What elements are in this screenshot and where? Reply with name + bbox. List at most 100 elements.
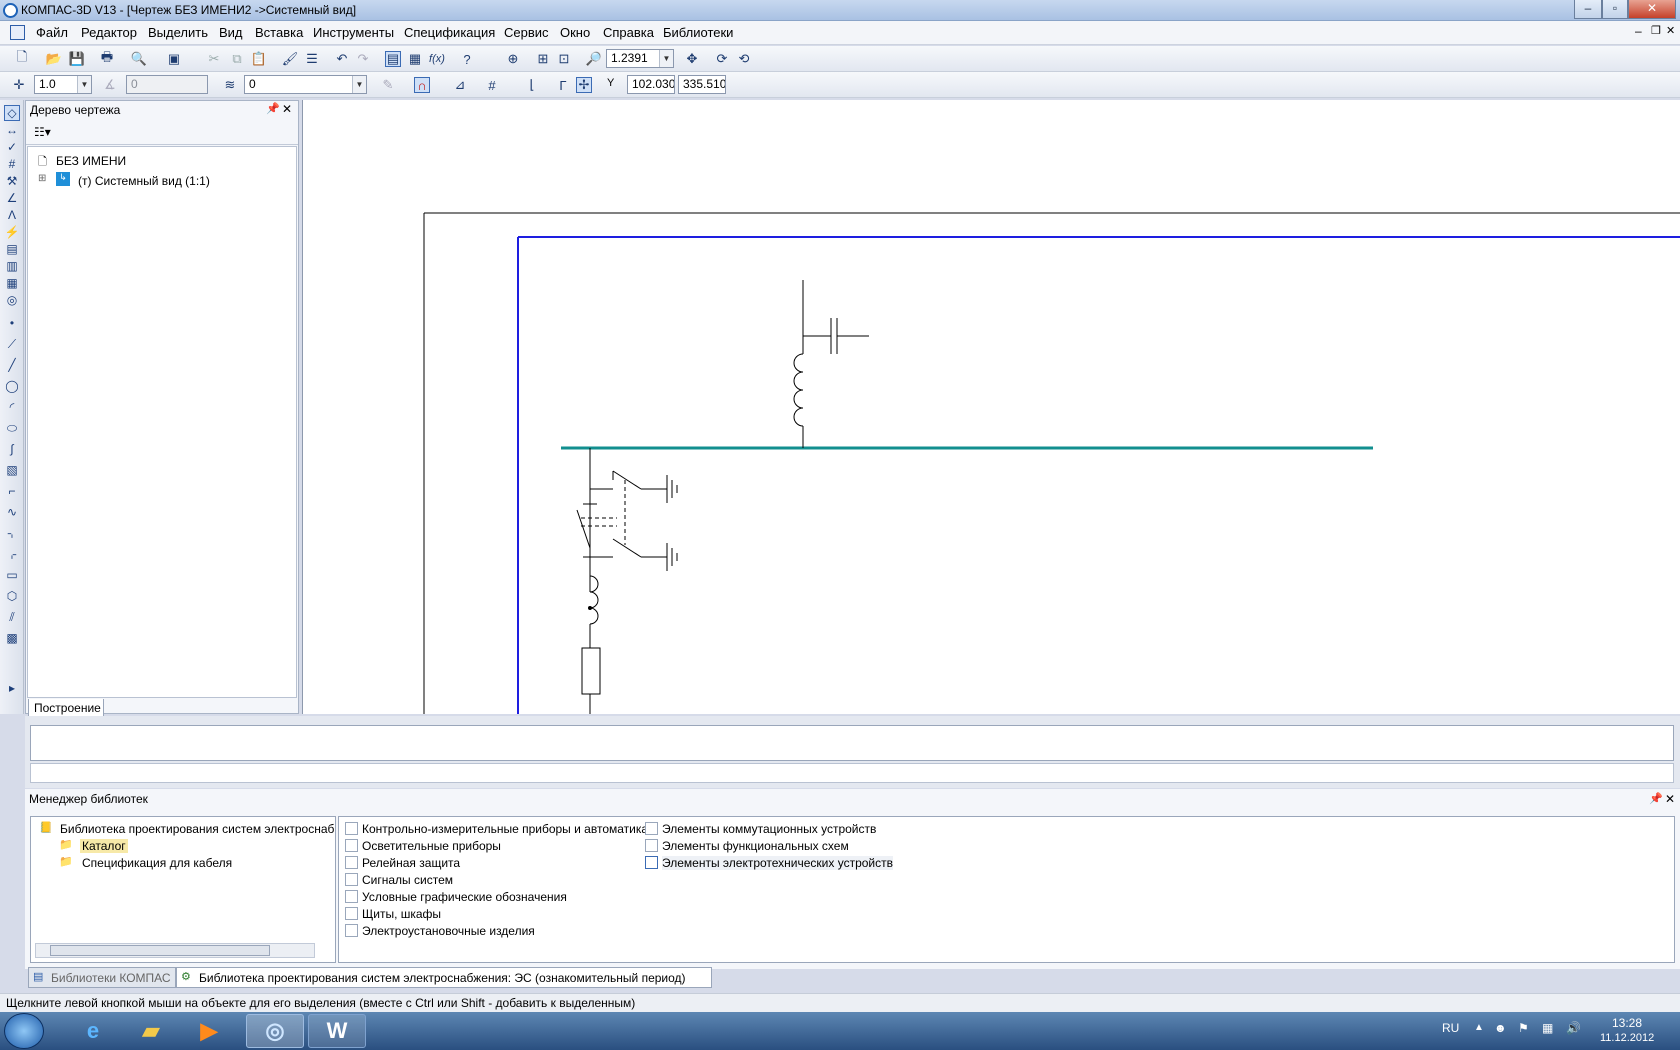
insert-icon[interactable]: ▦: [4, 275, 20, 291]
edit-icon[interactable]: #: [4, 156, 20, 172]
volume-icon[interactable]: 🔊: [1566, 1021, 1581, 1035]
tab-electrical-library[interactable]: Библиотека проектирования систем электро…: [176, 967, 712, 988]
library-manager-icon[interactable]: ▦: [407, 51, 423, 67]
panel-close-icon[interactable]: ✕: [282, 102, 292, 116]
start-button[interactable]: [4, 1013, 44, 1049]
undo-icon[interactable]: ↶: [334, 51, 350, 67]
properties-icon[interactable]: ☰: [304, 51, 320, 67]
tree-root[interactable]: БЕЗ ИМЕНИ: [56, 154, 126, 168]
cut-icon[interactable]: ✂: [206, 51, 222, 67]
orthogonal-icon[interactable]: ⌊: [524, 77, 540, 93]
bezier-icon[interactable]: ∿: [4, 504, 20, 520]
geometry-panel-icon[interactable]: ◇: [4, 105, 20, 121]
layer-field[interactable]: 0: [244, 75, 367, 94]
zoom-in-icon[interactable]: 🔎: [586, 51, 602, 67]
chamfer-icon[interactable]: ⌍: [4, 525, 20, 541]
scroll-thumb[interactable]: [50, 945, 270, 956]
lib-close-icon[interactable]: ✕: [1665, 792, 1675, 806]
round-icon[interactable]: Γ: [555, 77, 571, 93]
pin-icon[interactable]: 📌: [266, 102, 280, 115]
polygon-icon[interactable]: ⬡: [4, 588, 20, 604]
contour-icon[interactable]: ▩: [4, 630, 20, 646]
snap-magnet-icon[interactable]: ∩: [414, 77, 430, 93]
polyline-icon[interactable]: ⌐: [4, 483, 20, 499]
lib-pin-icon[interactable]: 📌: [1649, 792, 1663, 805]
step-dropdown-icon[interactable]: ▼: [77, 76, 91, 93]
format-brush-icon[interactable]: 🖌: [282, 51, 299, 67]
measure-icon[interactable]: ∠: [4, 190, 20, 206]
tree-toggle-icon[interactable]: ▤: [385, 51, 401, 67]
pan-icon[interactable]: ✥: [684, 51, 700, 67]
doc-minimize-icon[interactable]: –: [1635, 24, 1642, 38]
fragments-icon[interactable]: ◎: [4, 292, 20, 308]
menu-specification[interactable]: Спецификация: [404, 25, 495, 40]
drawing-canvas[interactable]: [302, 100, 1680, 714]
library-catalog[interactable]: Каталог: [80, 839, 128, 853]
zoom-fit-icon[interactable]: ⊡: [556, 51, 572, 67]
tree-view-mode-icon[interactable]: ☷▾: [34, 125, 51, 139]
paste-icon[interactable]: 📋: [251, 51, 267, 67]
menu-tools[interactable]: Инструменты: [313, 25, 394, 40]
hatch-icon[interactable]: ▧: [4, 462, 20, 478]
view-manager-icon[interactable]: ▣: [166, 51, 182, 67]
lib-item[interactable]: Осветительные приборы: [362, 839, 501, 853]
help-pointer-icon[interactable]: ?: [459, 51, 475, 67]
layers-icon[interactable]: ≋: [222, 77, 238, 93]
local-cs-icon[interactable]: ⊿: [452, 77, 468, 93]
tab-kompas-libraries[interactable]: Библиотеки КОМПАС: [28, 967, 176, 988]
doc-close-icon[interactable]: ✕: [1666, 24, 1675, 37]
lib-item[interactable]: Щиты, шкафы: [362, 907, 441, 921]
minimize-button[interactable]: –: [1574, 0, 1602, 19]
horizontal-scrollbar[interactable]: [35, 943, 315, 958]
language-indicator[interactable]: RU: [1442, 1021, 1459, 1035]
y-coordinate-field[interactable]: 335.510: [678, 75, 726, 94]
print-icon[interactable]: 🖶: [99, 49, 115, 67]
segment-icon[interactable]: ╱: [4, 357, 20, 373]
command-line[interactable]: [30, 763, 1674, 783]
lib-item[interactable]: Электроустановочные изделия: [362, 924, 535, 938]
file-explorer-icon[interactable]: ▰: [122, 1014, 180, 1048]
kompas-taskbar-icon[interactable]: ◎: [246, 1014, 304, 1048]
expand-icon[interactable]: ⊞: [38, 173, 46, 184]
menu-insert[interactable]: Вставка: [255, 25, 303, 40]
reports-icon[interactable]: ▥: [4, 258, 20, 274]
menu-help[interactable]: Справка: [603, 25, 654, 40]
spec-icon[interactable]: ▤: [4, 241, 20, 257]
rectangle-icon[interactable]: ▭: [4, 567, 20, 583]
library-cable-spec[interactable]: Спецификация для кабеля: [82, 856, 232, 870]
menu-editor[interactable]: Редактор: [81, 25, 137, 40]
associative-views-icon[interactable]: ⚡: [4, 224, 20, 240]
word-icon[interactable]: W: [308, 1014, 366, 1048]
lib-item[interactable]: Элементы коммутационных устройств: [662, 822, 876, 836]
menu-libraries[interactable]: Библиотеки: [663, 25, 733, 40]
clock-time[interactable]: 13:28: [1612, 1016, 1642, 1030]
menu-service[interactable]: Сервис: [504, 25, 549, 40]
lib-item[interactable]: Условные графические обозначения: [362, 890, 567, 904]
style-icon[interactable]: ✎: [380, 77, 396, 93]
tree-system-view[interactable]: (т) Системный вид (1:1): [78, 174, 210, 188]
print-preview-icon[interactable]: 🔍: [131, 51, 147, 67]
equidistant-icon[interactable]: ⫽: [4, 609, 20, 625]
zoom-all-icon[interactable]: ⊕: [505, 51, 521, 67]
lib-item[interactable]: Элементы функциональных схем: [662, 839, 849, 853]
new-document-icon[interactable]: 🗋: [14, 49, 30, 67]
redo-icon[interactable]: ↷: [355, 51, 371, 67]
cursor-coords-icon[interactable]: ✢: [576, 77, 592, 93]
copy-icon[interactable]: ⧉: [229, 51, 245, 67]
save-icon[interactable]: 💾: [69, 51, 85, 67]
internet-explorer-icon[interactable]: e: [64, 1014, 122, 1048]
x-coordinate-field[interactable]: 102.030: [627, 75, 675, 94]
tray-expand-icon[interactable]: ▲: [1474, 1022, 1484, 1033]
open-icon[interactable]: 📂: [46, 51, 62, 67]
clock-date[interactable]: 11.12.2012: [1600, 1032, 1654, 1044]
designations-icon[interactable]: ✓: [4, 139, 20, 155]
lib-item[interactable]: Контрольно-измерительные приборы и автом…: [362, 822, 648, 836]
menu-select[interactable]: Выделить: [148, 25, 208, 40]
angle-field[interactable]: 0: [126, 75, 208, 94]
selection-icon[interactable]: Λ: [4, 207, 20, 223]
variables-icon[interactable]: f(x): [429, 51, 445, 67]
doc-restore-icon[interactable]: ❐: [1651, 24, 1661, 37]
auxiliary-line-icon[interactable]: ⟋: [4, 336, 20, 352]
lib-item-selected[interactable]: Элементы электротехнических устройств: [662, 856, 894, 870]
layer-dropdown-icon[interactable]: ▼: [352, 76, 366, 93]
